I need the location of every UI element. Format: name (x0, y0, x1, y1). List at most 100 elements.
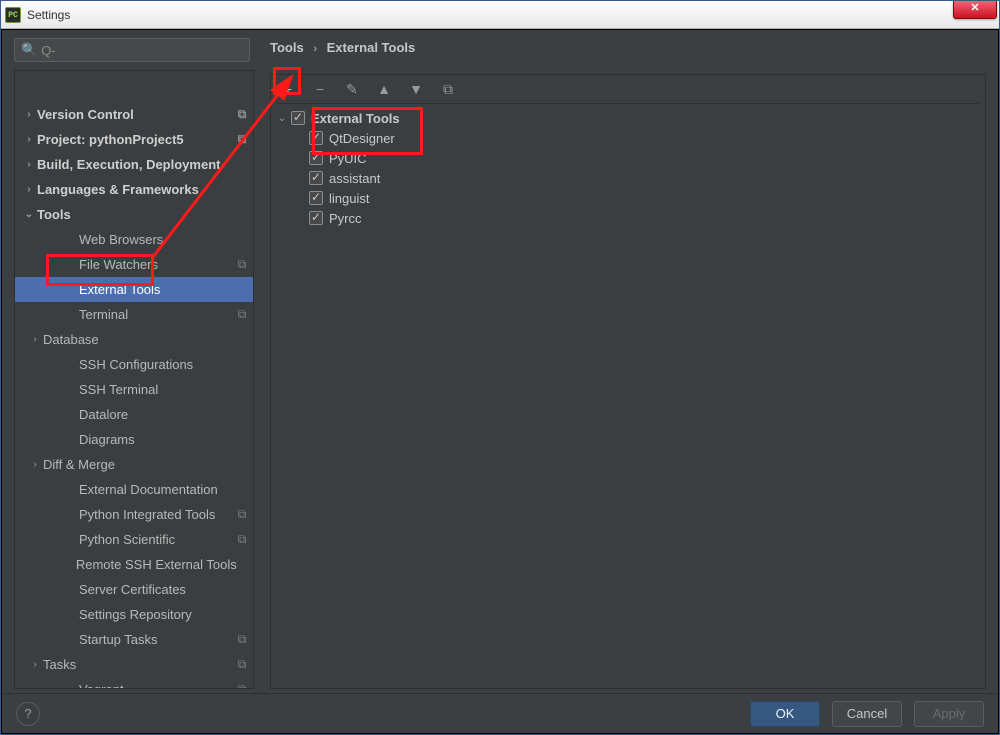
tool-label: assistant (329, 171, 380, 186)
sidebar-item-startup-tasks[interactable]: Startup Tasks⧉ (15, 627, 253, 652)
sidebar-item-label: Datalore (79, 407, 231, 422)
sidebar-item-label: Vagrant (79, 682, 231, 689)
chevron-icon: › (23, 109, 35, 120)
scope-icon: ⧉ (231, 632, 253, 647)
scope-icon: ⧉ (231, 682, 253, 689)
copy-button[interactable]: ⧉ (437, 78, 459, 100)
chevron-icon: ⌄ (23, 209, 35, 220)
panel-toolbar: + − ✎ ▲ ▼ ⧉ (271, 75, 985, 103)
help-button[interactable]: ? (16, 702, 40, 726)
settings-search-input[interactable]: 🔍 Q- (14, 38, 250, 62)
sidebar-item-ssh-terminal[interactable]: SSH Terminal (15, 377, 253, 402)
chevron-down-icon: ⌄ (275, 113, 289, 124)
sidebar-item-label: Remote SSH External Tools (76, 557, 237, 572)
add-button[interactable]: + (277, 78, 299, 100)
sidebar-item-label: SSH Terminal (79, 382, 231, 397)
sidebar-item-version-control[interactable]: ›Version Control⧉ (15, 102, 253, 127)
app-icon: PC (5, 7, 21, 23)
sidebar-item-build-execution-deployment[interactable]: ›Build, Execution, Deployment (15, 152, 253, 177)
sidebar-item-python-scientific[interactable]: Python Scientific⧉ (15, 527, 253, 552)
scope-icon: ⧉ (231, 132, 253, 147)
tool-row-pyrcc[interactable]: Pyrcc (275, 208, 985, 228)
tool-checkbox[interactable] (309, 171, 323, 185)
sidebar-item-diagrams[interactable]: Diagrams (15, 427, 253, 452)
sidebar-item-python-integrated-tools[interactable]: Python Integrated Tools⧉ (15, 502, 253, 527)
sidebar-item-project-pythonproject5[interactable]: ›Project: pythonProject5⧉ (15, 127, 253, 152)
breadcrumb: Tools › External Tools (270, 40, 415, 55)
tools-group-row[interactable]: ⌄ External Tools (275, 108, 985, 128)
scope-icon: ⧉ (231, 507, 253, 522)
scope-icon: ⧉ (231, 532, 253, 547)
tool-label: Pyrcc (329, 211, 362, 226)
sidebar-item-tools[interactable]: ⌄Tools (15, 202, 253, 227)
sidebar-item-remote-ssh-external-tools[interactable]: Remote SSH External Tools (15, 552, 253, 577)
settings-window: PC Settings ✕ 🔍 Q- Tools › External Tool… (0, 0, 1000, 735)
sidebar-item-label: Languages & Frameworks (37, 182, 231, 197)
sidebar-item-label: Settings Repository (79, 607, 231, 622)
breadcrumb-root[interactable]: Tools (270, 40, 304, 55)
tool-label: linguist (329, 191, 369, 206)
move-down-button[interactable]: ▼ (405, 78, 427, 100)
sidebar-item-languages-frameworks[interactable]: ›Languages & Frameworks (15, 177, 253, 202)
chevron-icon: › (29, 459, 41, 470)
tool-checkbox[interactable] (309, 211, 323, 225)
tool-checkbox[interactable] (309, 151, 323, 165)
sidebar-item-label: Database (43, 332, 231, 347)
sidebar-item-settings-repository[interactable]: Settings Repository (15, 602, 253, 627)
chevron-icon: › (23, 134, 35, 145)
scope-icon: ⧉ (231, 257, 253, 272)
tool-checkbox[interactable] (309, 131, 323, 145)
chevron-icon: › (29, 334, 41, 345)
sidebar-item-label: External Documentation (79, 482, 231, 497)
tool-label: QtDesigner (329, 131, 395, 146)
sidebar-item-server-certificates[interactable]: Server Certificates (15, 577, 253, 602)
cancel-button[interactable]: Cancel (832, 701, 902, 727)
sidebar-item-label: Diff & Merge (43, 457, 231, 472)
window-close-button[interactable]: ✕ (953, 1, 997, 19)
external-tools-panel: + − ✎ ▲ ▼ ⧉ ⌄ External Tools QtDesigner PyU… (270, 74, 986, 689)
sidebar-item-label: Project: pythonProject5 (37, 132, 231, 147)
title-bar[interactable]: PC Settings ✕ (1, 1, 999, 29)
chevron-icon: › (23, 159, 35, 170)
sidebar-item-label: Startup Tasks (79, 632, 231, 647)
sidebar-item-label: Tools (37, 207, 231, 222)
tool-row-linguist[interactable]: linguist (275, 188, 985, 208)
sidebar-item-vagrant[interactable]: Vagrant⧉ (15, 677, 253, 689)
sidebar-item-label: Tasks (43, 657, 231, 672)
scope-icon: ⧉ (231, 107, 253, 122)
sidebar-item-web-browsers[interactable]: Web Browsers (15, 227, 253, 252)
scope-icon: ⧉ (231, 657, 253, 672)
move-up-button[interactable]: ▲ (373, 78, 395, 100)
sidebar-item-ssh-configurations[interactable]: SSH Configurations (15, 352, 253, 377)
sidebar-item-label: SSH Configurations (79, 357, 231, 372)
tool-label: PyUIC (329, 151, 367, 166)
group-label: External Tools (311, 111, 400, 126)
sidebar-item-blank[interactable] (15, 77, 253, 102)
tool-row-qtdesigner[interactable]: QtDesigner (275, 128, 985, 148)
sidebar-item-label: Build, Execution, Deployment (37, 157, 231, 172)
edit-button[interactable]: ✎ (341, 78, 363, 100)
sidebar-item-terminal[interactable]: Terminal⧉ (15, 302, 253, 327)
sidebar-item-file-watchers[interactable]: File Watchers⧉ (15, 252, 253, 277)
sidebar-item-external-tools[interactable]: External Tools (15, 277, 253, 302)
sidebar-item-diff-merge[interactable]: ›Diff & Merge (15, 452, 253, 477)
scope-icon: ⧉ (231, 307, 253, 322)
tool-checkbox[interactable] (309, 191, 323, 205)
breadcrumb-leaf[interactable]: External Tools (327, 40, 416, 55)
sidebar-item-label: Python Scientific (79, 532, 231, 547)
sidebar-item-database[interactable]: ›Database (15, 327, 253, 352)
sidebar-item-tasks[interactable]: ›Tasks⧉ (15, 652, 253, 677)
sidebar-item-datalore[interactable]: Datalore (15, 402, 253, 427)
sidebar-item-label: Server Certificates (79, 582, 231, 597)
remove-button[interactable]: − (309, 78, 331, 100)
sidebar-item-label: Terminal (79, 307, 231, 322)
group-checkbox[interactable] (291, 111, 305, 125)
tool-row-assistant[interactable]: assistant (275, 168, 985, 188)
search-icon: 🔍 (21, 42, 37, 58)
chevron-right-icon: › (313, 43, 317, 55)
apply-button[interactable]: Apply (914, 701, 984, 727)
ok-button[interactable]: OK (750, 701, 820, 727)
settings-sidebar: ›Version Control⧉›Project: pythonProject… (14, 70, 254, 689)
tool-row-pyuic[interactable]: PyUIC (275, 148, 985, 168)
sidebar-item-external-documentation[interactable]: External Documentation (15, 477, 253, 502)
